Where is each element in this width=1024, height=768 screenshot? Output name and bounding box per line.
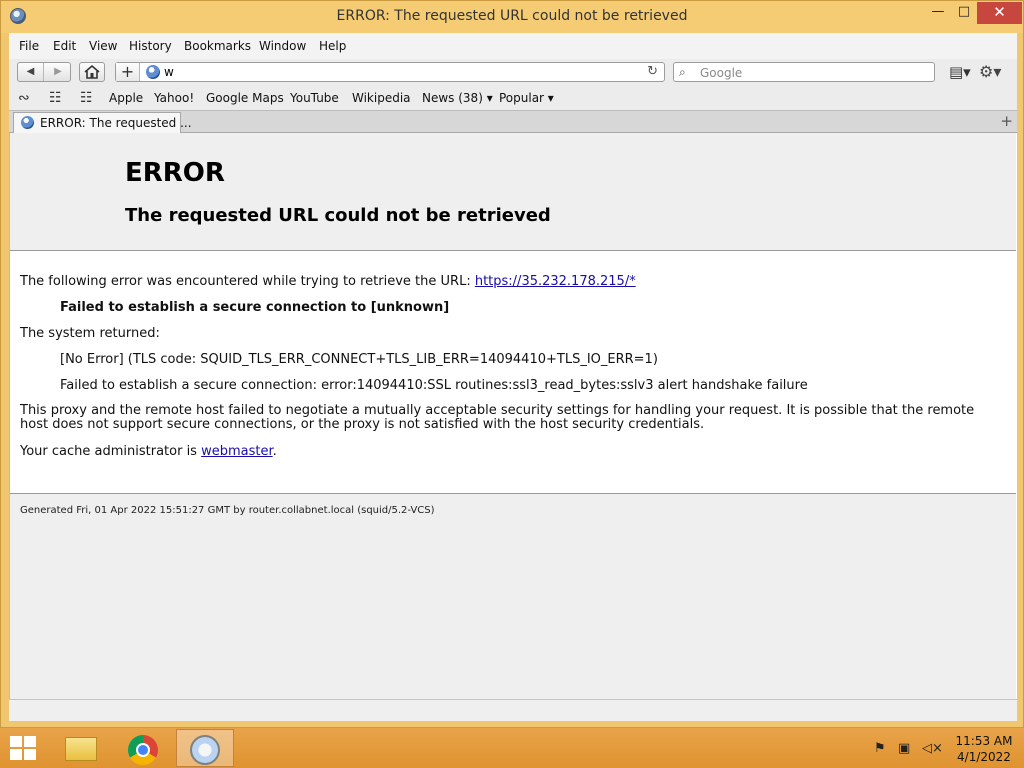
error-header: ERROR The requested URL could not be ret… [10, 133, 1016, 251]
page-menu-icon[interactable]: ▤▾ [949, 63, 971, 81]
menu-window[interactable]: Window [259, 39, 306, 53]
bookmarks-bar: ∾ ☷ ☷ Apple Yahoo! Google Maps YouTube W… [9, 86, 1017, 110]
globe-icon [21, 116, 34, 129]
intro-paragraph: The following error was encountered whil… [20, 274, 636, 289]
title-bar[interactable]: ERROR: The requested URL could not be re… [1, 1, 1023, 33]
bookmark-wikipedia[interactable]: Wikipedia [352, 91, 411, 105]
taskbar-safari[interactable] [176, 729, 234, 767]
folder-icon [65, 737, 97, 761]
volume-muted-icon[interactable]: ◁× [922, 741, 943, 756]
add-bookmark-button[interactable]: + [116, 63, 140, 81]
menu-bookmarks[interactable]: Bookmarks [184, 39, 251, 53]
network-icon[interactable]: ▣ [898, 741, 910, 756]
window-title: ERROR: The requested URL could not be re… [336, 8, 688, 24]
error-footer: Generated Fri, 01 Apr 2022 15:51:27 GMT … [10, 493, 1016, 699]
search-field[interactable]: ⌕ Google [673, 62, 935, 82]
menu-bar: File Edit View History Bookmarks Window … [9, 33, 1017, 59]
back-button[interactable]: ◀ [18, 63, 44, 81]
nav-buttons: ◀ ▶ [17, 62, 71, 82]
failed-message: Failed to establish a secure connection … [60, 300, 450, 315]
bookmark-youtube[interactable]: YouTube [290, 91, 339, 105]
bookmark-yahoo[interactable]: Yahoo! [154, 91, 194, 105]
admin-text: Your cache administrator is [20, 444, 202, 459]
bookmark-news[interactable]: News (38) ▾ [422, 91, 493, 105]
windows-logo-pane [10, 736, 22, 747]
admin-suffix: . [272, 444, 277, 459]
close-button[interactable]: ✕ [977, 2, 1022, 24]
status-bar [9, 699, 1017, 721]
chrome-center-icon [136, 743, 150, 757]
page-content: ERROR The requested URL could not be ret… [9, 133, 1017, 699]
reload-icon[interactable]: ↻ [647, 64, 658, 79]
taskbar: ⚑ ▣ ◁× 11:53 AM 4/1/2022 [0, 728, 1024, 768]
windows-logo-pane [10, 749, 22, 760]
taskbar-file-explorer[interactable] [52, 729, 110, 767]
menu-help[interactable]: Help [319, 39, 346, 53]
tab-label: ERROR: The requested ... [40, 116, 192, 130]
bookmark-google-maps[interactable]: Google Maps [206, 91, 284, 105]
tls-error-code: [No Error] (TLS code: SQUID_TLS_ERR_CONN… [60, 352, 658, 367]
globe-icon [146, 65, 160, 79]
tab-bar: ERROR: The requested ... + [9, 110, 1017, 133]
menu-edit[interactable]: Edit [53, 39, 76, 53]
windows-logo-pane [24, 736, 36, 747]
clock-date[interactable]: 4/1/2022 [954, 750, 1014, 764]
gear-icon[interactable]: ⚙▾ [979, 62, 1001, 81]
nav-toolbar: ◀ ▶ + w ↻ ⌕ Google ▤▾ ⚙▾ [9, 59, 1017, 86]
menu-file[interactable]: File [19, 39, 39, 53]
menu-view[interactable]: View [89, 39, 117, 53]
home-icon [84, 64, 100, 79]
tab-active[interactable]: ERROR: The requested ... [13, 112, 192, 133]
search-placeholder: Google [700, 66, 743, 80]
action-center-flag-icon[interactable]: ⚑ [874, 741, 886, 756]
bookmark-apple[interactable]: Apple [109, 91, 143, 105]
new-tab-button[interactable]: + [1000, 112, 1013, 130]
system-returned-label: The system returned: [20, 326, 160, 341]
admin-paragraph: Your cache administrator is webmaster. [20, 444, 277, 459]
search-icon: ⌕ [679, 65, 686, 79]
address-input[interactable]: w [164, 65, 174, 79]
webmaster-link[interactable]: webmaster [201, 444, 273, 459]
forward-button[interactable]: ▶ [45, 63, 71, 81]
home-button[interactable] [79, 62, 105, 82]
intro-text: The following error was encountered whil… [20, 274, 475, 289]
maximize-button[interactable]: □ [951, 2, 977, 24]
error-heading: ERROR [125, 158, 225, 188]
start-button[interactable] [10, 736, 38, 762]
proxy-note: This proxy and the remote host failed to… [20, 403, 975, 432]
clock-time[interactable]: 11:53 AM [954, 734, 1014, 748]
address-bar[interactable]: + w ↻ [115, 62, 665, 82]
error-subheading: The requested URL could not be retrieved [125, 205, 551, 226]
generated-text: Generated Fri, 01 Apr 2022 15:51:27 GMT … [20, 505, 435, 516]
reading-list-icon[interactable]: ∾ [18, 90, 30, 106]
browser-client: File Edit View History Bookmarks Window … [9, 33, 1017, 721]
safari-compass-icon [190, 735, 220, 765]
bookmark-popular[interactable]: Popular ▾ [499, 91, 554, 105]
bookmarks-icon[interactable]: ☷ [49, 90, 62, 106]
browser-window: ERROR: The requested URL could not be re… [0, 0, 1024, 728]
ssl-error-message: Failed to establish a secure connection:… [60, 378, 808, 393]
windows-logo-pane [24, 749, 36, 760]
minimize-button[interactable]: — [925, 2, 951, 24]
url-link[interactable]: https://35.232.178.215/* [475, 274, 636, 289]
top-sites-grid-icon[interactable]: ☷ [80, 90, 93, 106]
taskbar-chrome[interactable] [114, 729, 172, 767]
menu-history[interactable]: History [129, 39, 172, 53]
